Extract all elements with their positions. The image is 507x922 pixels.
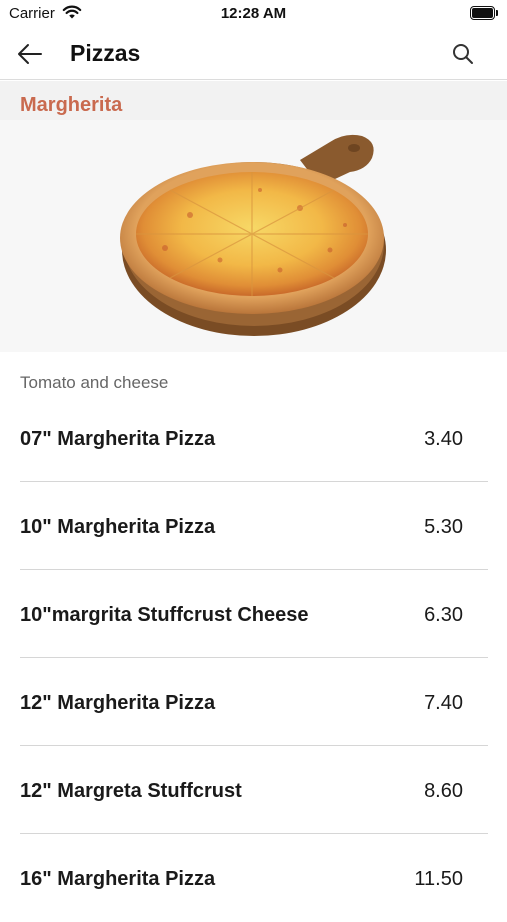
page-title: Pizzas <box>70 40 141 66</box>
item-price: 3.40 <box>424 428 463 450</box>
category-description: Tomato and cheese <box>20 373 169 392</box>
menu-item[interactable]: 10"margrita Stuffcrust Cheese 6.30 <box>20 570 488 658</box>
search-button[interactable] <box>449 40 477 68</box>
item-name: 07" Margherita Pizza <box>20 428 216 450</box>
menu-item[interactable]: 12" Margherita Pizza 7.40 <box>20 658 488 746</box>
item-name: 10" Margherita Pizza <box>20 516 216 538</box>
battery-icon <box>470 6 498 20</box>
item-price: 8.60 <box>424 780 463 802</box>
status-bar: Carrier 12:28 AM <box>0 0 507 28</box>
category-title: Margherita <box>20 94 123 116</box>
nav-bar: Pizzas <box>0 28 507 80</box>
menu-item[interactable]: 07" Margherita Pizza 3.40 <box>20 394 488 482</box>
item-name: 12" Margreta Stuffcrust <box>20 780 242 802</box>
menu-item[interactable]: 10" Margherita Pizza 5.30 <box>20 482 488 570</box>
item-price: 11.50 <box>414 868 463 890</box>
pizza-image <box>0 120 507 352</box>
back-button[interactable] <box>14 40 46 68</box>
search-icon <box>453 44 473 64</box>
arrow-left-icon <box>18 44 42 64</box>
item-price: 7.40 <box>424 692 463 714</box>
menu-item[interactable]: 12" Margreta Stuffcrust 8.60 <box>20 746 488 834</box>
category-header: Margherita <box>0 81 507 120</box>
item-name: 12" Margherita Pizza <box>20 692 216 714</box>
item-price: 5.30 <box>424 516 463 538</box>
item-name: 10"margrita Stuffcrust Cheese <box>20 604 309 626</box>
item-price: 6.30 <box>424 604 463 626</box>
menu-item[interactable]: 16" Margherita Pizza 11.50 <box>20 834 488 922</box>
item-name: 16" Margherita Pizza <box>20 868 216 890</box>
status-time: 12:28 AM <box>220 5 287 22</box>
menu-list: 07" Margherita Pizza 3.40 10" Margherita… <box>20 394 488 922</box>
